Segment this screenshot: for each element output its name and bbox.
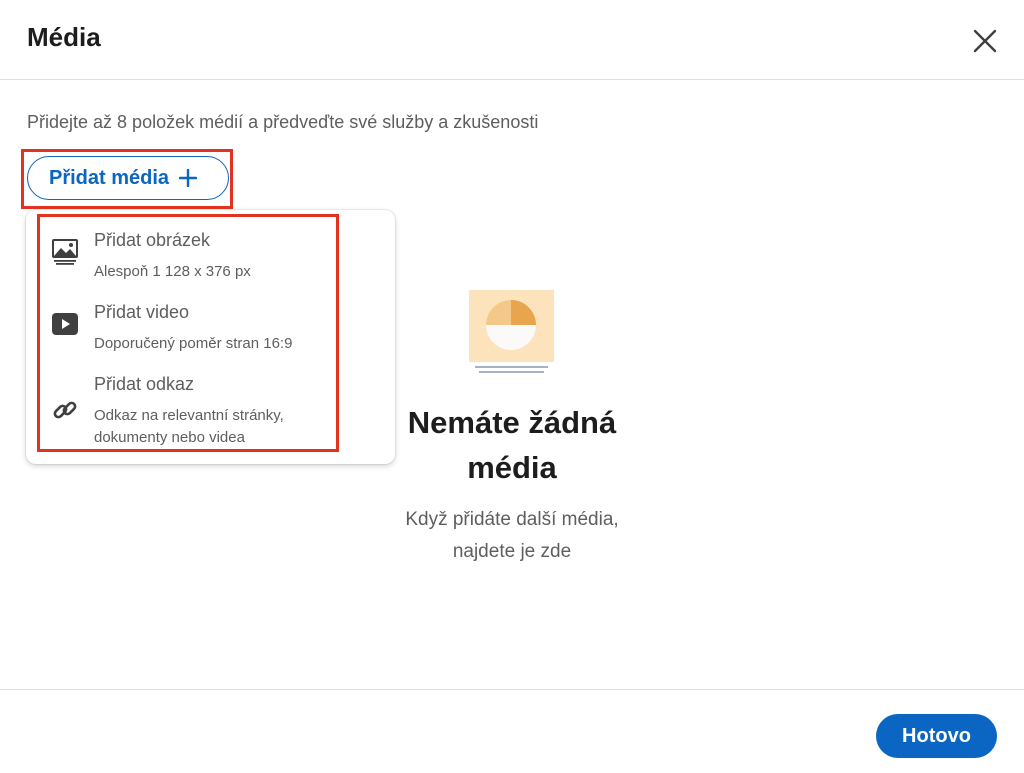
empty-state-subtitle: Když přidáte další média, najdete je zde <box>352 504 672 568</box>
footer-divider <box>0 689 1024 690</box>
empty-state-title: Nemáte žádná média <box>352 400 672 490</box>
modal-header: Média <box>0 0 1024 80</box>
highlight-add-media <box>21 149 233 209</box>
done-button[interactable]: Hotovo <box>876 714 997 758</box>
modal-title: Média <box>27 22 101 52</box>
empty-subtitle-line: Když přidáte další média, <box>405 509 619 530</box>
close-button[interactable] <box>964 20 1006 62</box>
empty-title-line: média <box>467 450 557 485</box>
media-description: Přidejte až 8 položek médií a předveďte … <box>27 112 539 132</box>
empty-media-illustration <box>469 290 554 373</box>
empty-title-line: Nemáte žádná <box>407 405 617 440</box>
highlight-menu <box>37 214 339 452</box>
empty-subtitle-line: najdete je zde <box>452 541 572 562</box>
close-icon <box>973 29 997 53</box>
